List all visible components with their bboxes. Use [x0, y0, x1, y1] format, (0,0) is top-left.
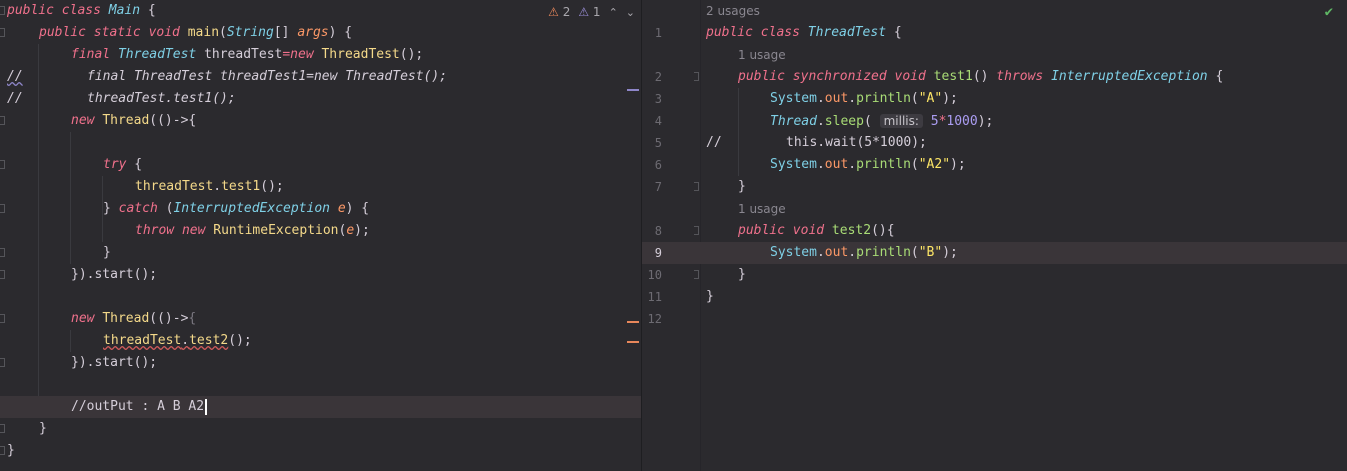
code-line[interactable]: } — [0, 418, 641, 440]
code-line[interactable]: public class Main { — [0, 0, 641, 22]
code-line[interactable]: } — [0, 242, 641, 264]
usages-hint[interactable]: 2 usages — [706, 4, 760, 18]
code-line[interactable]: System.out.println("A"); — [642, 88, 1347, 110]
code-line[interactable]: System.out.println("A2"); — [642, 154, 1347, 176]
code-line[interactable]: new Thread(()->{ — [0, 308, 641, 330]
code-line[interactable]: } — [642, 176, 1347, 198]
code-line[interactable]: // this.wait(5*1000); — [642, 132, 1347, 154]
code-line[interactable]: public void test2(){ — [642, 220, 1347, 242]
code-line[interactable]: } — [0, 440, 641, 462]
code-line[interactable]: public class ThreadTest { — [642, 22, 1347, 44]
code-line[interactable]: public synchronized void test1() throws … — [642, 66, 1347, 88]
code-line[interactable]: public static void main(String[] args) { — [0, 22, 641, 44]
code-line[interactable]: Thread.sleep( millis: 5*1000); — [642, 110, 1347, 132]
code-line[interactable]: // threadTest.test1(); — [0, 88, 641, 110]
code-line[interactable]: } — [642, 286, 1347, 308]
current-code-line[interactable]: //outPut : A B A2 — [0, 396, 641, 418]
code-line[interactable]: } — [642, 264, 1347, 286]
line-number: 9 — [654, 246, 662, 260]
code-line[interactable]: final ThreadTest threadTest=new ThreadTe… — [0, 44, 641, 66]
text-cursor — [205, 398, 208, 415]
left-editor-pane[interactable]: ⚠ 2 ⚠ 1 ⌃ ⌄ public class Main { public s… — [0, 0, 641, 471]
code-line[interactable]: } catch (InterruptedException e) { — [0, 198, 641, 220]
code-line[interactable]: threadTest.test2(); — [0, 330, 641, 352]
code-line[interactable]: }).start(); — [0, 352, 641, 374]
code-line[interactable]: new Thread(()->{ — [0, 110, 641, 132]
code-line[interactable]: }).start(); — [0, 264, 641, 286]
current-code-line[interactable]: System.out.println("B"); — [642, 242, 1347, 264]
checkmark-icon[interactable]: ✔ — [1325, 4, 1333, 20]
code-line[interactable]: try { — [0, 154, 641, 176]
code-line[interactable]: threadTest.test1(); — [0, 176, 641, 198]
usages-hint[interactable]: 1 usage — [738, 48, 786, 62]
code-line[interactable]: throw new RuntimeException(e); — [0, 220, 641, 242]
parameter-hint: millis: — [879, 114, 923, 128]
right-editor-pane[interactable]: ✔ 1 2 3 4 5 6 7 8 9 10 11 12 2 usages 1 … — [642, 0, 1347, 471]
usages-hint[interactable]: 1 usage — [738, 202, 786, 216]
code-line[interactable]: // final ThreadTest threadTest1=new Thre… — [0, 66, 641, 88]
